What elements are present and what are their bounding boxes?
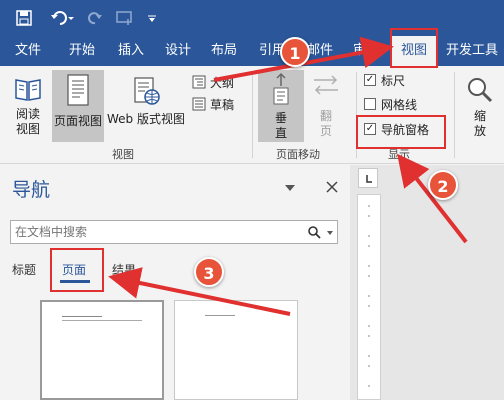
customize-qat-icon	[148, 15, 156, 22]
print-layout-icon	[67, 74, 89, 106]
close-icon[interactable]	[326, 181, 338, 193]
ribbon-separator	[252, 72, 253, 158]
web-layout-label: Web 版式视图	[107, 112, 185, 126]
ruler-check-icon: ✓	[364, 74, 376, 86]
tab-file[interactable]: 文件	[8, 36, 48, 66]
annotation-badge: 2	[428, 170, 458, 200]
nav-pane-check-icon: ✓	[364, 123, 376, 135]
nav-search-input[interactable]	[15, 223, 295, 241]
redo-icon	[88, 12, 102, 25]
tab-view[interactable]: 视图	[392, 36, 436, 66]
tab-insert[interactable]: 插入	[111, 36, 151, 66]
ribbon-separator	[356, 72, 357, 158]
annotation-badge: 3	[194, 257, 224, 287]
zoom-button[interactable]: 缩放	[460, 72, 500, 142]
nav-pane-label: 导航窗格	[381, 122, 430, 137]
active-tab-underline	[60, 280, 90, 283]
tab-review[interactable]: 审阅	[346, 36, 386, 66]
touch-mode-button[interactable]	[114, 8, 136, 28]
nav-tab-headings[interactable]: 标题	[12, 261, 36, 278]
gridlines-label: 网格线	[381, 97, 418, 112]
undo-button[interactable]	[48, 8, 78, 28]
nav-tab-results[interactable]: 结果	[112, 261, 136, 278]
tab-home[interactable]: 开始	[62, 36, 102, 66]
ruler-ticks	[368, 205, 370, 387]
thumbnail-text-line	[62, 316, 102, 317]
web-layout-button[interactable]: Web 版式视图	[106, 72, 186, 142]
touch-mode-icon	[116, 11, 132, 25]
redo-button[interactable]	[86, 8, 104, 28]
page-thumbnail[interactable]	[40, 300, 164, 400]
ribbon-separator	[454, 72, 455, 158]
annotation-badge: 1	[280, 37, 310, 67]
gridlines-checkbox[interactable]: 网格线	[364, 95, 417, 113]
outline-icon	[192, 75, 206, 89]
search-dropdown-icon[interactable]	[326, 229, 334, 237]
read-mode-label: 阅读视图	[15, 107, 40, 136]
nav-search-box	[10, 220, 338, 244]
nav-tab-pages[interactable]: 页面	[62, 261, 86, 278]
tab-selector[interactable]	[358, 168, 378, 188]
vertical-button[interactable]: 垂直	[258, 70, 304, 142]
web-layout-icon	[134, 77, 160, 105]
thumbnail-text-line	[62, 320, 142, 321]
pane-options-icon[interactable]	[284, 183, 296, 193]
save-button[interactable]	[14, 8, 34, 28]
nav-pane-checkbox[interactable]: ✓ 导航窗格	[364, 120, 429, 138]
tab-layout[interactable]: 布局	[204, 36, 244, 66]
customize-qat-button[interactable]	[146, 8, 158, 28]
ruler-checkbox[interactable]: ✓ 标尺	[364, 71, 405, 89]
views-group-label: 视图	[112, 148, 134, 161]
undo-icon	[51, 11, 74, 25]
navigation-pane: 导航 标题 页面 结果	[0, 165, 350, 400]
tab-developer[interactable]: 开发工具	[442, 36, 502, 66]
show-group-label: 显示	[388, 148, 410, 161]
side-to-side-label: 翻页	[319, 109, 332, 138]
draft-label: 草稿	[210, 97, 235, 112]
vertical-label: 垂直	[274, 111, 287, 140]
nav-pane-title: 导航	[12, 179, 51, 201]
left-tab-stop-icon	[366, 175, 372, 183]
draft-button[interactable]: 草稿	[192, 95, 234, 113]
print-layout-label: 页面视图	[53, 114, 102, 128]
zoom-icon	[468, 78, 493, 103]
gridlines-check-box	[364, 98, 376, 110]
search-icon[interactable]	[307, 225, 321, 239]
save-icon	[16, 10, 32, 26]
read-mode-icon	[15, 79, 41, 101]
ribbon-tab-bar: 文件 开始 插入 设计 布局 引用 邮件 审阅 视图 开发工具	[0, 36, 504, 66]
outline-button[interactable]: 大纲	[192, 73, 234, 91]
page-thumbnail[interactable]	[174, 300, 298, 400]
title-bar	[0, 0, 504, 36]
print-layout-button[interactable]: 页面视图	[52, 70, 104, 142]
ruler-label: 标尺	[381, 73, 406, 88]
outline-label: 大纲	[210, 75, 235, 90]
side-to-side-button[interactable]: 翻页	[306, 72, 346, 142]
read-mode-button[interactable]: 阅读视图	[6, 72, 50, 142]
page-movement-group-label: 页面移动	[276, 148, 320, 161]
side-to-side-icon	[314, 75, 338, 95]
draft-icon	[192, 97, 206, 111]
thumbnail-text-line	[205, 315, 235, 316]
vertical-ruler[interactable]	[357, 194, 381, 400]
zoom-label: 缩放	[473, 109, 486, 138]
ribbon: 阅读视图 页面视图 Web 版式视图 大纲 草稿 视图 垂直 翻页 页面移动 ✓…	[0, 66, 504, 164]
vertical-icon	[273, 72, 289, 105]
tab-design[interactable]: 设计	[158, 36, 198, 66]
